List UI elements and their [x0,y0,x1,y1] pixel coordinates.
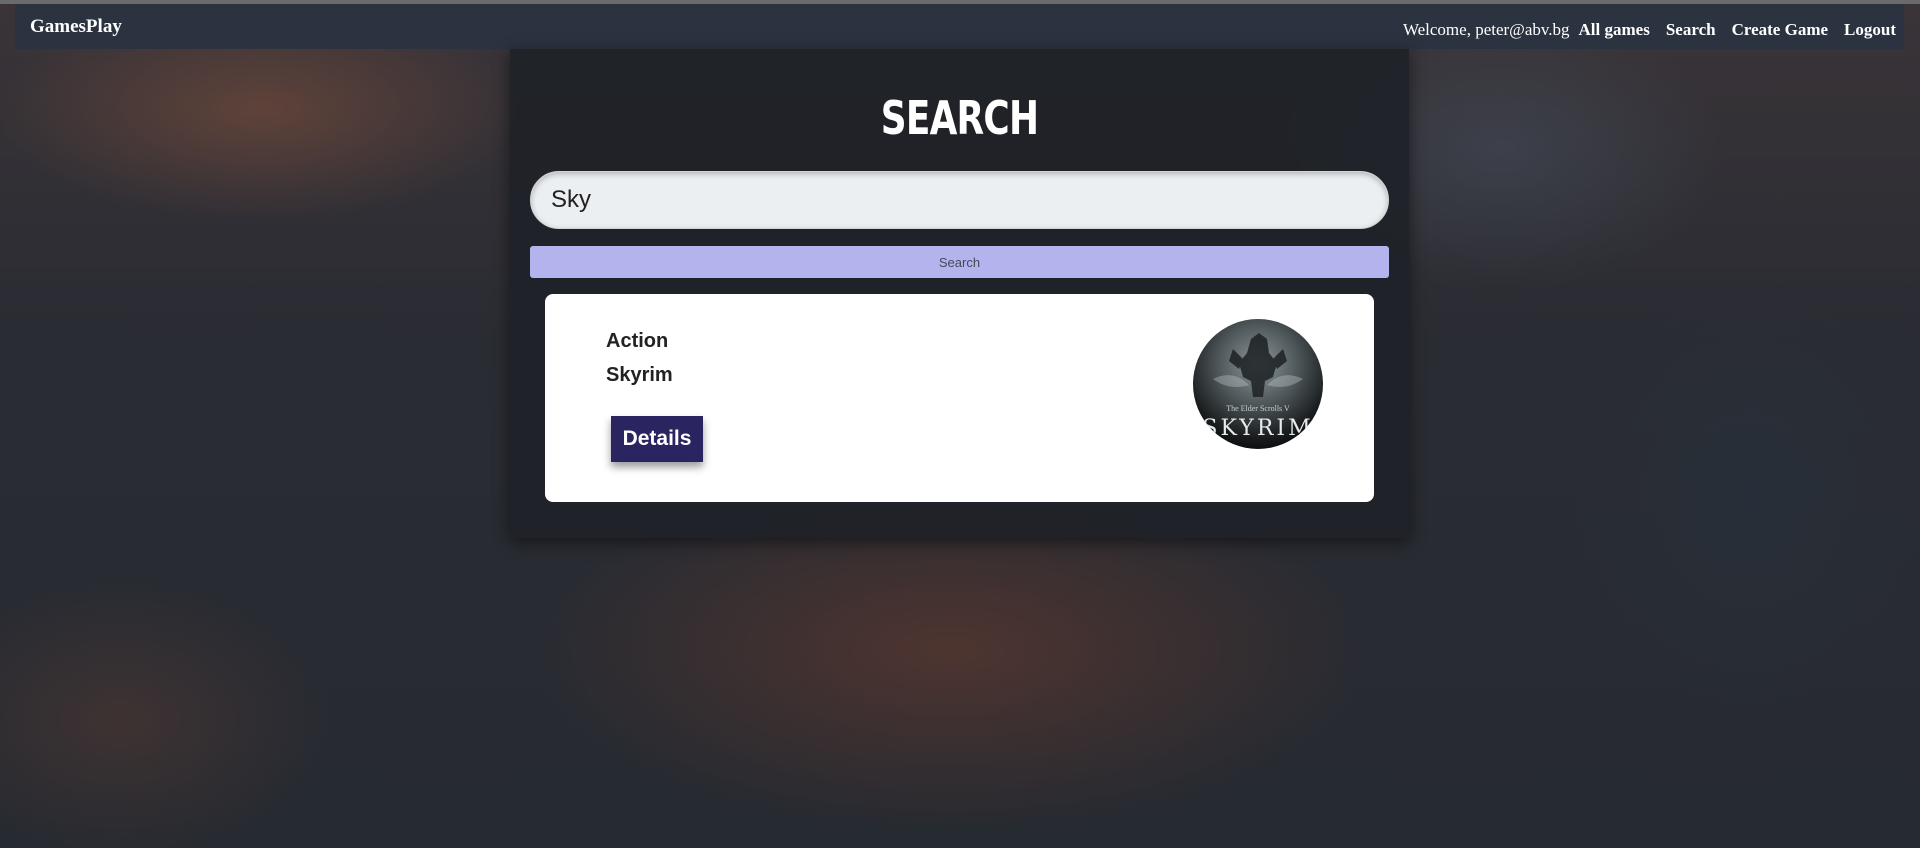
nav-link-search[interactable]: Search [1666,20,1716,40]
search-result-card: Action Skyrim Details The Elder Scrolls … [545,294,1374,502]
navbar: GamesPlay Welcome, peter@abv.bg All game… [15,4,1904,49]
brand-logo[interactable]: GamesPlay [30,16,122,38]
skyrim-cover-art: The Elder Scrolls V SKYRIM [1193,319,1323,449]
nav-link-create-game[interactable]: Create Game [1732,20,1828,40]
game-title: Skyrim [606,364,673,386]
details-button[interactable]: Details [611,416,703,462]
nav-link-all-games[interactable]: All games [1579,20,1650,40]
search-button[interactable]: Search [530,246,1389,278]
game-genre: Action [606,330,669,352]
search-panel: SEARCH Search Action Skyrim Details [510,49,1409,538]
cover-logo-text: SKYRIM [1202,416,1313,441]
search-input[interactable] [530,171,1389,229]
nav-link-logout[interactable]: Logout [1844,20,1896,40]
cover-subtitle: The Elder Scrolls V [1226,404,1290,413]
nav-right: Welcome, peter@abv.bg All games Search C… [1403,20,1896,40]
welcome-message: Welcome, peter@abv.bg [1402,20,1570,39]
game-cover-image: The Elder Scrolls V SKYRIM [1193,319,1323,449]
page-title: SEARCH [880,91,1039,145]
